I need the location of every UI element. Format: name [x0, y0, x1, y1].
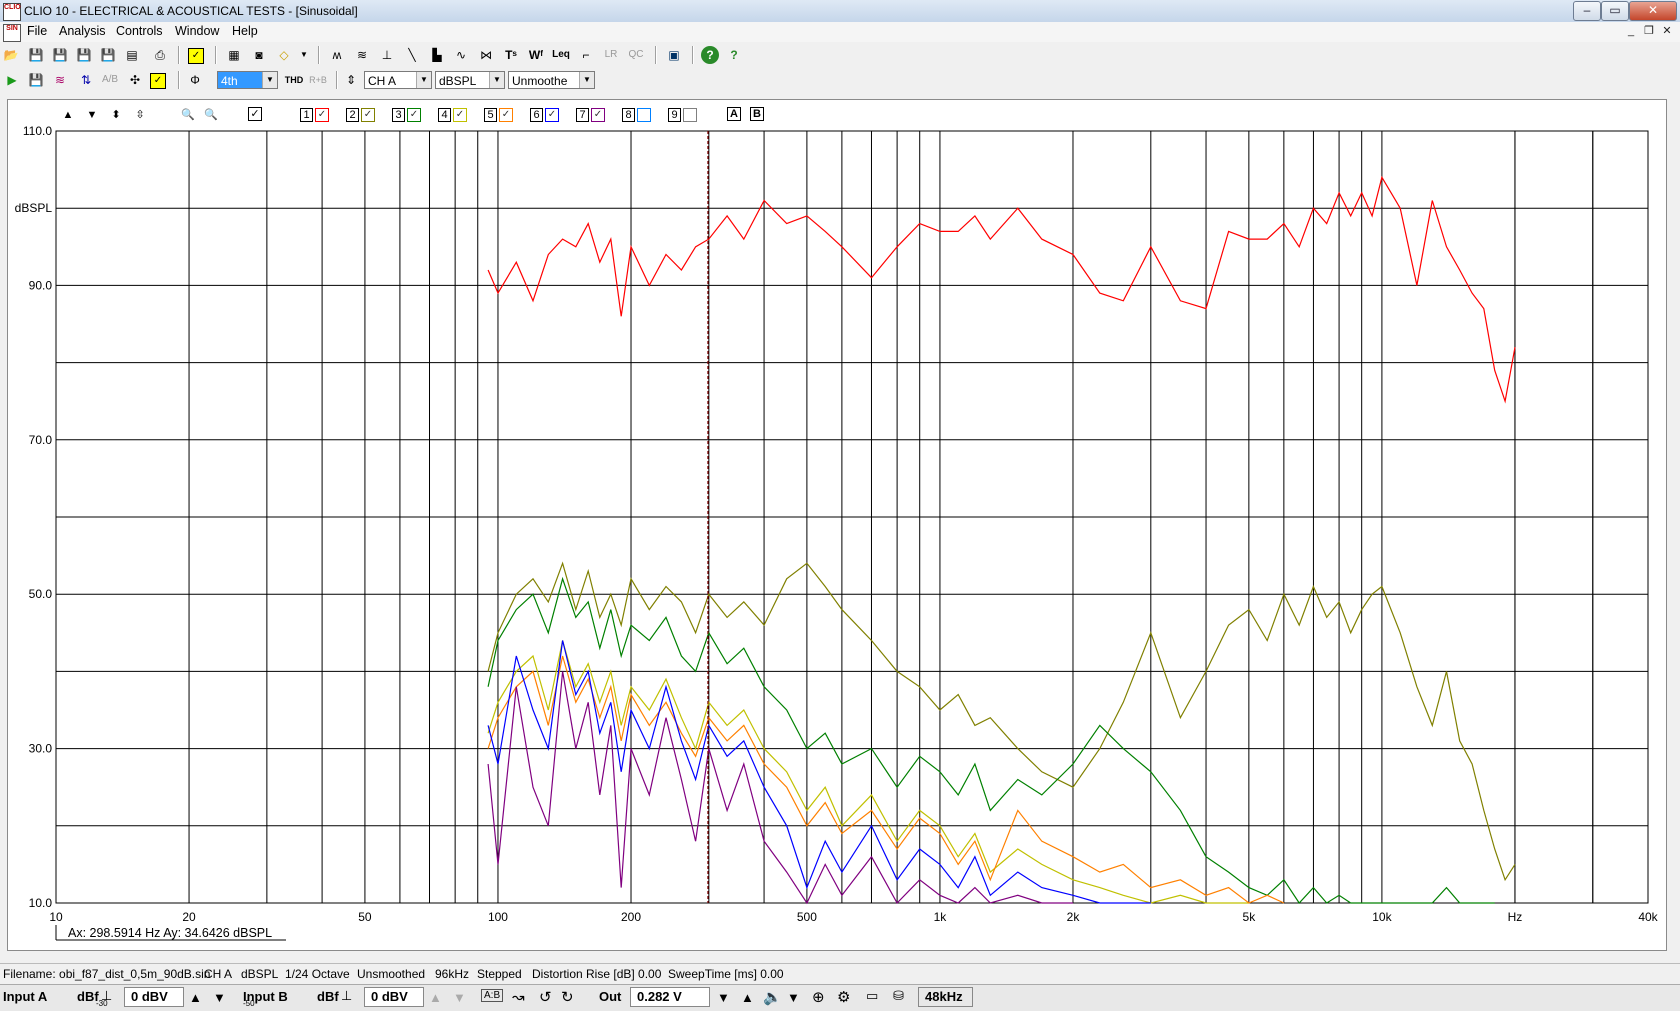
phantom-icon[interactable]: ↝ [512, 988, 525, 1006]
status-resolution: 1/24 Octave [285, 967, 350, 981]
input-a-up-icon[interactable]: ▲ [189, 990, 202, 1005]
status-mode: Stepped [477, 967, 522, 981]
speaker-dropdown-icon[interactable]: ▼ [787, 990, 800, 1005]
x-tick-label: 100 [488, 910, 508, 924]
y-tick-label: dBSPL [15, 201, 53, 215]
out-label: Out [599, 989, 622, 1004]
x-tick-label: 50 [358, 910, 372, 924]
input-b-up-icon: ▲ [429, 990, 442, 1005]
status-filename: Filename: obi_f87_dist_0,5m_90dB.sin [3, 967, 211, 981]
level-meter-b-icon[interactable]: ⊥ [341, 988, 352, 1004]
status-sweep: SweepTime [ms] 0.00 [668, 967, 784, 981]
status-unit: dBSPL [241, 967, 279, 981]
x-tick-label: 10k [1372, 910, 1392, 924]
loop-right-icon[interactable]: ↻ [561, 988, 574, 1006]
min-b-label: -50 [243, 999, 255, 1008]
database-icon[interactable]: ⛁ [893, 988, 904, 1004]
y-tick-label: 70.0 [29, 433, 53, 447]
x-tick-label: 20 [182, 910, 196, 924]
cursor-readout: Ax: 298.5914 Hz Ay: 34.6426 dBSPL [68, 926, 272, 940]
series-line-3 [487, 576, 1495, 904]
input-a-level[interactable]: 0 dBV [124, 987, 184, 1007]
dbf-b-label: dBf [317, 989, 339, 1004]
output-down-icon[interactable]: ▼ [717, 990, 730, 1005]
loop-left-icon[interactable]: ↺ [539, 988, 552, 1006]
output-up-icon[interactable]: ▲ [741, 990, 754, 1005]
output-level[interactable]: 0.282 V [630, 987, 710, 1007]
x-tick-label: 500 [797, 910, 817, 924]
x-tick-label: 40k [1638, 910, 1658, 924]
speaker-icon[interactable]: 🔈 [763, 988, 782, 1006]
settings-icon[interactable]: ⚙ [837, 988, 850, 1006]
series-line-2 [487, 561, 1516, 882]
input-a-label: Input A [3, 989, 48, 1004]
y-tick-label: 50.0 [29, 587, 53, 601]
y-tick-label: 110.0 [23, 124, 52, 138]
sample-rate[interactable]: 48kHz [918, 987, 973, 1007]
y-tick-label: 30.0 [29, 742, 53, 756]
status-rate: 96kHz [435, 967, 470, 981]
min-a-label: -30 [96, 999, 108, 1008]
io-icon[interactable]: ▭ [866, 988, 878, 1004]
input-a-down-icon[interactable]: ▼ [213, 990, 226, 1005]
generator-icon[interactable]: ⊕ [812, 988, 825, 1006]
x-tick-label: 1k [934, 910, 948, 924]
series-line-5 [487, 655, 1285, 904]
status-bar: Filename: obi_f87_dist_0,5m_90dB.sin CH … [0, 963, 1680, 984]
x-tick-label: 10 [49, 910, 63, 924]
frequency-response-chart[interactable]: 110.0 dBSPL 90.0 70.0 50.0 30.0 10.010 20 50 100 2… [0, 0, 1680, 960]
x-tick-label: 5k [1243, 910, 1257, 924]
y-tick-label: 90.0 [29, 278, 53, 292]
series-line-4 [487, 640, 1249, 904]
status-channel: CH A [204, 967, 233, 981]
status-smoothing: Unsmoothed [357, 967, 426, 981]
hardware-control-bar: Input A dBf ⊥ -30 0 dBV ▲ ▼ Input B dBf … [0, 984, 1680, 1011]
series-line-1 [487, 175, 1516, 404]
input-b-down-icon: ▼ [453, 990, 466, 1005]
x-tick-label: 2k [1067, 910, 1081, 924]
x-tick-label: 200 [621, 910, 641, 924]
x-tick-label: Hz [1508, 910, 1523, 924]
input-b-level[interactable]: 0 dBV [364, 987, 424, 1007]
y-tick-label: 10.0 [29, 896, 53, 910]
ab-link-icon[interactable]: A:B [481, 989, 504, 1002]
status-distortion: Distortion Rise [dB] 0.00 [532, 967, 662, 981]
